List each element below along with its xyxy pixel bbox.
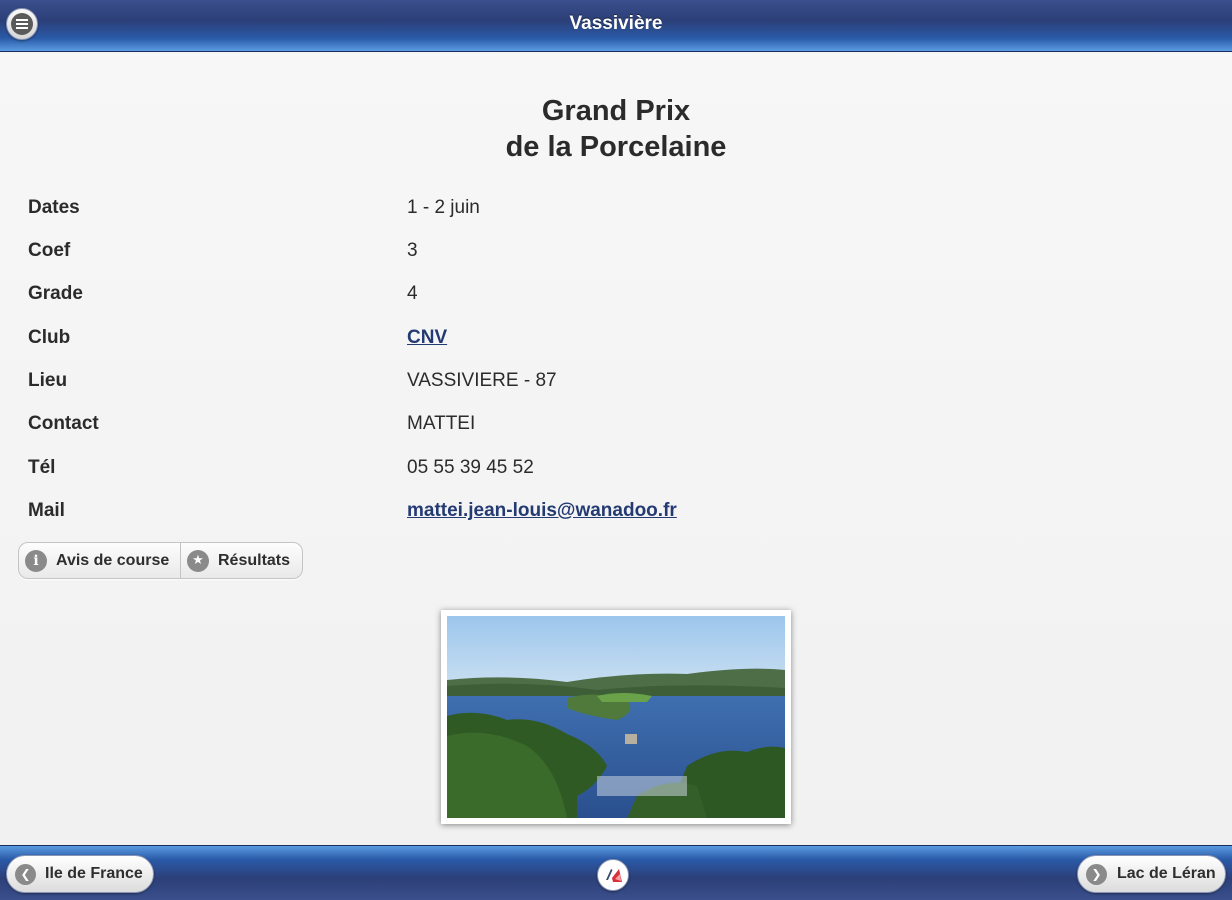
previous-event-button[interactable]: ❮ Ile de France: [6, 855, 154, 893]
info-icon: i: [25, 549, 47, 572]
detail-label: Coef: [28, 240, 71, 261]
phone-value: 05 55 39 45 52: [407, 457, 534, 478]
top-nav-bar: Vassivière: [0, 0, 1232, 52]
results-button[interactable]: ★ Résultats: [181, 543, 302, 578]
detail-value: 1 - 2 juin: [407, 197, 480, 218]
venue-photo: [441, 610, 791, 824]
race-notice-button[interactable]: i Avis de course: [19, 543, 181, 578]
detail-label: Tél: [28, 457, 56, 478]
document-segmented-control: i Avis de course ★ Résultats: [18, 542, 303, 579]
detail-label: Contact: [28, 413, 99, 434]
chevron-left-icon: ❮: [15, 863, 36, 885]
results-label: Résultats: [218, 551, 291, 569]
previous-event-label: Ile de France: [45, 865, 143, 882]
event-title-line1: Grand Prix: [541, 95, 691, 127]
detail-label: Mail: [28, 500, 65, 521]
event-title: Grand Prix de la Porcelaine: [0, 93, 1232, 165]
race-notice-label: Avis de course: [56, 551, 170, 569]
detail-value: 4: [407, 283, 418, 304]
club-link[interactable]: CNV: [407, 327, 447, 349]
event-title-line2: de la Porcelaine: [505, 131, 727, 163]
detail-label: Club: [28, 327, 71, 348]
detail-label: Dates: [28, 197, 80, 218]
lake-photo: [447, 616, 785, 818]
next-event-button[interactable]: ❯ Lac de Léran: [1077, 855, 1226, 893]
email-link[interactable]: mattei.jean-louis@wanadoo.fr: [407, 500, 677, 522]
main-content: Grand Prix de la Porcelaine Dates 1 - 2 …: [0, 53, 1232, 845]
detail-value: 3: [407, 240, 418, 261]
next-event-label: Lac de Léran: [1117, 865, 1216, 882]
chevron-right-icon: ❯: [1086, 863, 1107, 885]
detail-value: VASSIVIERE - 87: [407, 370, 557, 391]
bottom-toolbar: ❮ Ile de France ❯ Lac de Léran: [0, 845, 1232, 900]
detail-value: MATTEI: [407, 413, 476, 434]
sail-logo-icon: [606, 869, 622, 882]
detail-label: Grade: [28, 283, 83, 304]
page-title: Vassivière: [569, 13, 663, 34]
home-logo-button[interactable]: [597, 859, 629, 891]
detail-label: Lieu: [28, 370, 68, 391]
star-icon: ★: [187, 549, 209, 572]
